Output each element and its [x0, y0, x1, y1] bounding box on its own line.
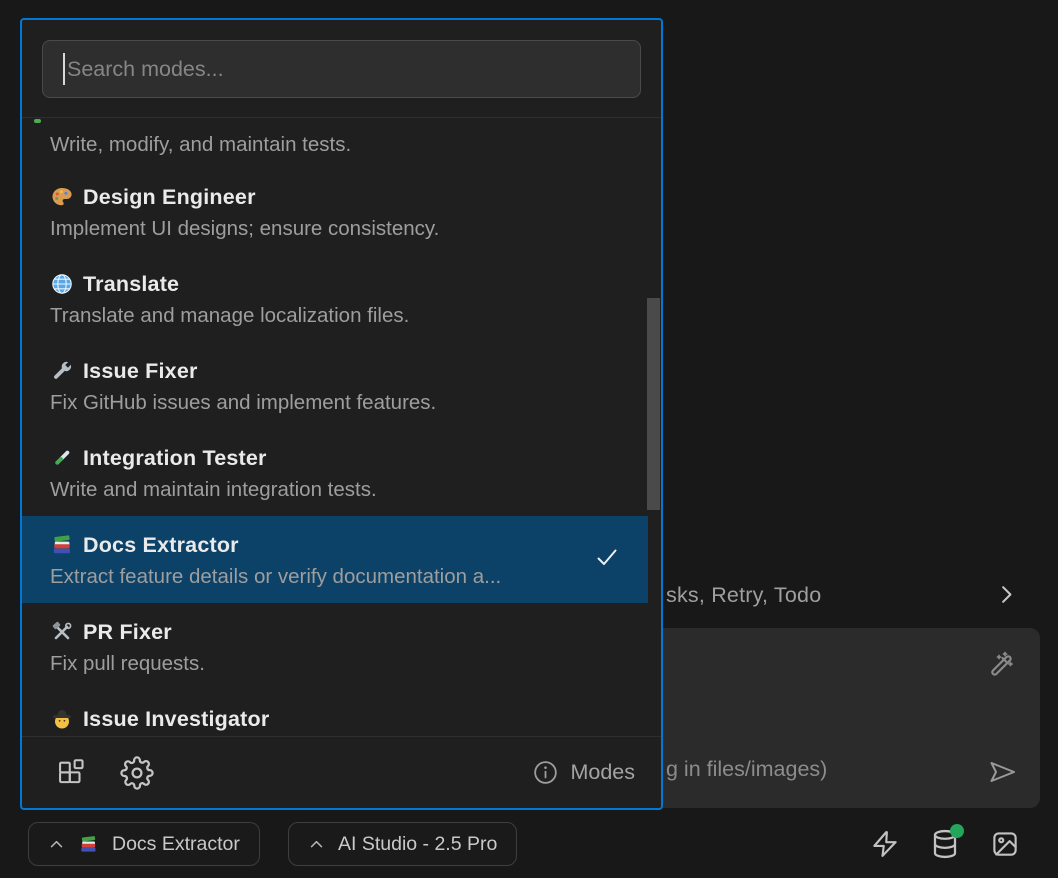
footer-left-icons — [54, 756, 154, 790]
chevron-right-icon[interactable] — [993, 581, 1020, 608]
magic-wand-icon[interactable] — [984, 648, 1016, 680]
mode-description: Translate and manage localization files. — [50, 301, 661, 331]
mode-description: Fix pull requests. — [50, 649, 661, 679]
mode-selector-button[interactable]: Docs Extractor — [28, 822, 260, 866]
task-header-row[interactable]: sks, Retry, Todo — [666, 578, 1046, 612]
mode-head: Design Engineer — [50, 182, 661, 212]
mode-item-issue-fixer[interactable]: Issue Fixer Fix GitHub issues and implem… — [22, 342, 661, 429]
mode-head: Docs Extractor — [50, 530, 648, 560]
search-input[interactable] — [42, 40, 641, 98]
image-icon[interactable] — [990, 829, 1020, 859]
mode-selector-label: Docs Extractor — [112, 833, 240, 856]
chat-input-box[interactable]: g in files/images) — [640, 628, 1040, 808]
mode-head: Issue Investigator — [50, 704, 661, 734]
mode-head: Integration Tester — [50, 443, 661, 473]
globe-icon — [50, 272, 74, 296]
test-tube-icon — [50, 446, 74, 470]
gear-icon[interactable] — [120, 756, 154, 790]
mode-name: Translate — [83, 272, 179, 297]
checkmark-icon — [594, 544, 620, 570]
mode-list: Write, modify, and maintain tests. Desig… — [22, 117, 661, 735]
mode-item-design-engineer[interactable]: Design Engineer Implement UI designs; en… — [22, 168, 661, 255]
info-icon[interactable] — [532, 759, 559, 786]
text-caret — [63, 53, 65, 85]
chat-input-placeholder: g in files/images) — [666, 757, 827, 782]
mode-item-integration-tester[interactable]: Integration Tester Write and maintain in… — [22, 429, 661, 516]
books-icon — [78, 834, 99, 855]
mode-name: PR Fixer — [83, 620, 172, 645]
bottom-bar-icons — [870, 820, 1020, 868]
detective-icon — [50, 707, 74, 731]
wrench-icon — [50, 359, 74, 383]
mode-name: Issue Investigator — [83, 707, 269, 732]
mode-head: Issue Fixer — [50, 356, 661, 386]
mode-description: Extract feature details or verify docume… — [50, 562, 648, 592]
books-icon — [50, 533, 74, 557]
marketplace-icon[interactable] — [54, 756, 88, 790]
model-selector-button[interactable]: AI Studio - 2.5 Pro — [288, 822, 517, 866]
task-header-text: sks, Retry, Todo — [666, 583, 821, 608]
popup-footer: Modes — [22, 736, 661, 808]
mode-description: Implement UI designs; ensure consistency… — [50, 214, 661, 244]
mode-item-translate[interactable]: Translate Translate and manage localizat… — [22, 255, 661, 342]
mode-head: Translate — [50, 269, 661, 299]
mode-description: Write, modify, and maintain tests. — [50, 130, 661, 160]
hammer-wrench-icon — [50, 620, 74, 644]
mode-name: Docs Extractor — [83, 533, 239, 558]
modes-label: Modes — [570, 760, 635, 785]
database-button[interactable] — [929, 828, 961, 860]
mode-description: Fix GitHub issues and implement features… — [50, 388, 661, 418]
model-selector-label: AI Studio - 2.5 Pro — [338, 833, 497, 856]
mode-description: Write and maintain integration tests. — [50, 475, 661, 505]
modes-info-group[interactable]: Modes — [532, 759, 635, 786]
send-icon[interactable] — [986, 756, 1018, 788]
mode-item-partial[interactable]: Write, modify, and maintain tests. — [22, 118, 661, 168]
mode-selector-popup: Write, modify, and maintain tests. Desig… — [20, 18, 663, 810]
scrollbar-thumb[interactable] — [647, 298, 660, 510]
chevron-up-icon — [308, 836, 325, 853]
mode-item-pr-fixer[interactable]: PR Fixer Fix pull requests. — [22, 603, 661, 690]
mode-name: Design Engineer — [83, 185, 256, 210]
search-field-wrap — [42, 40, 641, 98]
mode-item-issue-investigator[interactable]: Issue Investigator — [22, 690, 661, 735]
bottom-bar: Docs Extractor AI Studio - 2.5 Pro — [0, 810, 1058, 878]
chevron-up-icon — [48, 836, 65, 853]
palette-icon — [50, 185, 74, 209]
clipped-emoji-sliver — [34, 119, 41, 123]
mode-item-docs-extractor[interactable]: Docs Extractor Extract feature details o… — [22, 516, 648, 603]
mode-head: PR Fixer — [50, 617, 661, 647]
mode-name: Integration Tester — [83, 446, 267, 471]
mode-name: Issue Fixer — [83, 359, 198, 384]
status-badge — [950, 824, 964, 838]
lightning-icon[interactable] — [870, 829, 900, 859]
